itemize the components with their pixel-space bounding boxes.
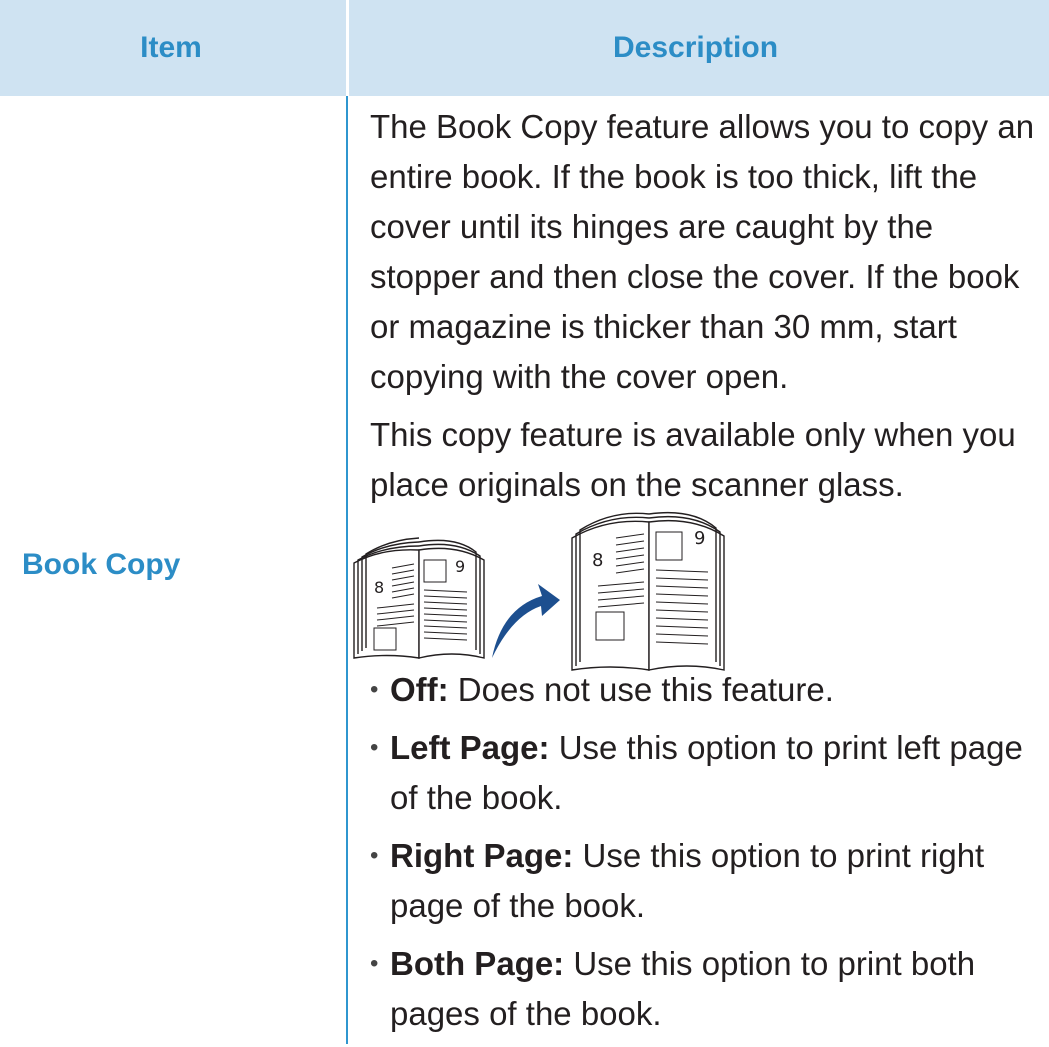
book-copy-illustration: 8 9 8 9 (353, 511, 725, 671)
description-paragraph-1: The Book Copy feature allows you to copy… (370, 108, 1035, 395)
option-label: Both Page: (390, 945, 565, 982)
list-item: • Left Page: Use this option to print le… (370, 723, 1040, 823)
option-label: Right Page: (390, 837, 574, 874)
header-description-cell: Description (0, 0, 1049, 96)
left-book-page-8: 8 (374, 578, 384, 597)
list-item: • Both Page: Use this option to print bo… (370, 939, 1040, 1039)
option-label: Off: (390, 671, 449, 708)
item-name-book-copy: Book Copy (22, 548, 181, 581)
list-item: • Off: Does not use this feature. (370, 665, 1040, 715)
list-item: • Right Page: Use this option to print r… (370, 831, 1040, 931)
bullet-icon: • (370, 676, 379, 703)
option-label: Left Page: (390, 729, 550, 766)
book-copy-options-list: • Off: Does not use this feature. • Left… (370, 665, 1040, 1047)
bullet-icon: • (370, 842, 379, 869)
curved-arrow-icon (492, 584, 560, 658)
header-divider (346, 0, 349, 96)
open-book-small-icon (353, 537, 485, 659)
bullet-icon: • (370, 950, 379, 977)
right-book-page-8: 8 (592, 550, 603, 571)
option-text: Does not use this feature. (448, 671, 834, 708)
right-book-page-9: 9 (694, 528, 705, 549)
table-header: Item Description (0, 0, 1049, 96)
description-cell: The Book Copy feature allows you to copy… (370, 102, 1038, 510)
description-paragraph-2: This copy feature is available only when… (370, 416, 1016, 503)
column-divider (346, 96, 348, 1044)
header-description: Description (612, 31, 779, 64)
left-book-page-9: 9 (455, 557, 465, 576)
bullet-icon: • (370, 734, 379, 761)
